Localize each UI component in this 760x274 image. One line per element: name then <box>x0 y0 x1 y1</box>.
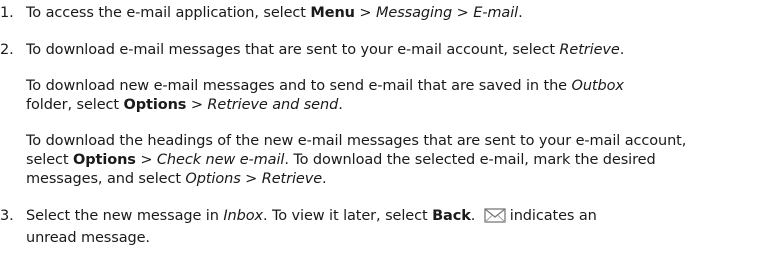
check-new-email-paragraph: To download the headings of the new e-ma… <box>26 132 760 189</box>
para-line: Select the new message in Inbox. To view… <box>26 207 756 229</box>
back-term: Back <box>432 208 471 224</box>
para-line: To download new e-mail messages and to s… <box>26 78 624 94</box>
menu-term: Menu <box>310 5 355 21</box>
para-line: unread message. <box>26 230 150 246</box>
retrieve-term: Retrieve <box>559 42 620 58</box>
step-1: 1. To access the e-mail application, sel… <box>0 4 760 23</box>
messaging-term: Messaging <box>375 5 453 21</box>
check-new-email-term: Check new e-mail <box>156 152 285 168</box>
para-line: folder, select Options > Retrieve and se… <box>26 97 343 113</box>
retrieve-term: Retrieve <box>261 171 323 187</box>
inbox-term: Inbox <box>223 208 263 224</box>
options-term: Options <box>185 171 241 187</box>
unread-envelope-icon <box>484 208 506 229</box>
step-number: 2. <box>0 42 14 58</box>
retrieve-and-send-paragraph: To download new e-mail messages and to s… <box>26 77 760 115</box>
para-line: To download the headings of the new e-ma… <box>26 133 687 149</box>
step-2: 2. To download e-mail messages that are … <box>0 41 760 60</box>
document-page: 1. To access the e-mail application, sel… <box>0 0 760 274</box>
para-line: messages, and select Options > Retrieve. <box>26 171 327 187</box>
para-line: select Options > Check new e-mail. To do… <box>26 152 656 168</box>
step-text: To download e-mail messages that are sen… <box>26 42 625 58</box>
options-term: Options <box>73 152 136 168</box>
options-term: Options <box>123 97 187 113</box>
step-number: 1. <box>0 5 14 21</box>
step-text: To access the e-mail application, select… <box>26 5 523 21</box>
step-3: 3. Select the new message in Inbox. To v… <box>0 207 760 248</box>
step-text: Select the new message in Inbox. To view… <box>26 207 756 248</box>
retrieve-and-send-term: Retrieve and send <box>207 97 339 113</box>
outbox-term: Outbox <box>571 78 624 94</box>
step-number: 3. <box>0 208 14 224</box>
email-term: E-mail <box>473 5 519 21</box>
